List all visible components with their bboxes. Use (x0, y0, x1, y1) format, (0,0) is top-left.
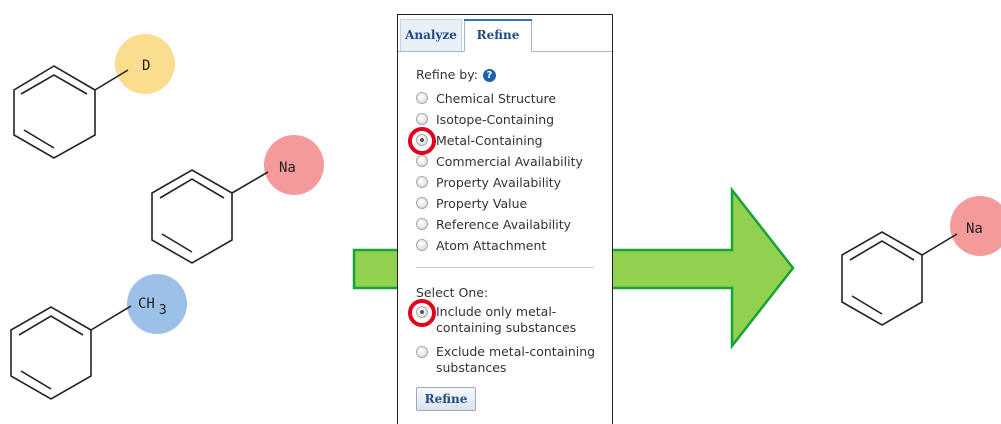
refine-button[interactable]: Refine (416, 387, 476, 411)
refine-by-label: Refine by: (416, 67, 478, 82)
radio-icon[interactable] (416, 218, 428, 230)
help-icon[interactable]: ? (482, 69, 496, 82)
option-label: Chemical Structure (436, 91, 557, 106)
deuterium-label: D (142, 58, 150, 74)
tab-analyze[interactable]: Analyze (400, 19, 462, 51)
option-reference-availability[interactable]: Reference Availability (416, 217, 571, 232)
tab-bar: Analyze Refine (398, 15, 612, 52)
sodio-benzene: Na (151, 135, 324, 264)
option-chemical-structure[interactable]: Chemical Structure (416, 91, 556, 106)
option-label: Property Availability (436, 175, 561, 190)
radio-icon[interactable] (416, 92, 428, 104)
sodium-label: Na (279, 160, 296, 176)
result-sodium-label: Na (966, 221, 983, 237)
highlight-ring-metal-option (408, 127, 436, 155)
deuterio-benzene: D (13, 34, 175, 159)
radio-icon[interactable] (416, 346, 428, 358)
choice-exclude-metal[interactable]: Exclude metal-containing substances (416, 344, 595, 375)
divider (416, 267, 594, 268)
choice-label: Include only metal-containing substances (436, 304, 577, 335)
option-commercial-availability[interactable]: Commercial Availability (416, 154, 583, 169)
option-label: Metal-Containing (436, 133, 543, 148)
option-property-availability[interactable]: Property Availability (416, 175, 561, 190)
option-isotope-containing[interactable]: Isotope-Containing (416, 112, 554, 127)
toluene: CH 3 (10, 274, 187, 400)
radio-icon[interactable] (416, 239, 428, 251)
radio-icon[interactable] (416, 155, 428, 167)
radio-icon[interactable] (416, 197, 428, 209)
option-label: Commercial Availability (436, 154, 583, 169)
select-one-label: Select One: (416, 285, 489, 300)
option-property-value[interactable]: Property Value (416, 196, 527, 211)
option-label: Isotope-Containing (436, 112, 555, 127)
methyl-circle (127, 274, 187, 334)
choice-label: Exclude metal-containing substances (436, 344, 596, 375)
refine-by-heading: Refine by:? (416, 67, 496, 82)
result-sodio-benzene: Na (841, 196, 1001, 326)
refine-panel: Analyze Refine Refine by:? Chemical Stru… (397, 14, 613, 424)
highlight-ring-include-option (408, 299, 436, 327)
radio-icon[interactable] (416, 176, 428, 188)
option-atom-attachment[interactable]: Atom Attachment (416, 238, 546, 253)
radio-icon[interactable] (416, 113, 428, 125)
option-label: Atom Attachment (436, 238, 547, 253)
option-label: Reference Availability (436, 217, 572, 232)
option-label: Property Value (436, 196, 528, 211)
tab-refine[interactable]: Refine (464, 19, 532, 52)
